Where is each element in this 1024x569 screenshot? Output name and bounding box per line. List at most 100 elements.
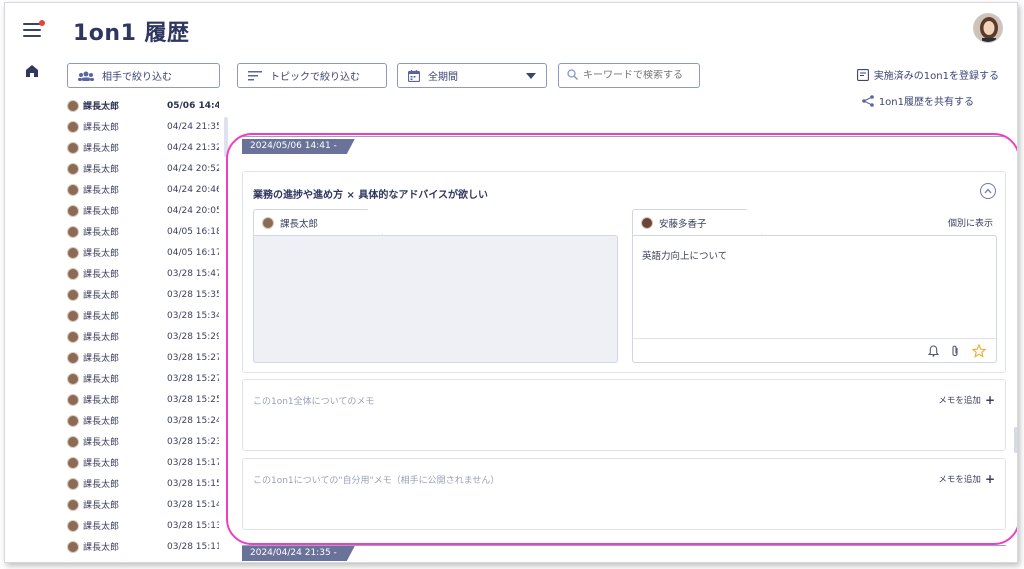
- history-item[interactable]: 課長太郎 04/05 16:17 -: [67, 242, 219, 263]
- panel-footer: [633, 338, 996, 362]
- next-session-date-tag: 2024/04/24 21:35 -: [242, 546, 355, 561]
- share-history-label: 1on1履歴を共有する: [878, 97, 974, 108]
- history-item-datetime: 03/28 15:34 -: [167, 310, 219, 321]
- history-item[interactable]: 課長太郎 03/28 15:17 -: [67, 452, 219, 473]
- paperclip-icon[interactable]: [948, 344, 962, 358]
- add-memo-button[interactable]: メモを追加 +: [938, 472, 995, 486]
- history-item[interactable]: 課長太郎 03/28 15:29 -: [67, 326, 219, 347]
- avatar: [67, 225, 79, 238]
- show-separately-link[interactable]: 個別に表示: [948, 216, 993, 229]
- history-item-datetime: 04/24 20:05 -: [167, 205, 219, 216]
- history-item[interactable]: 課長太郎 04/24 20:46 -: [67, 179, 219, 200]
- tab-right-user[interactable]: 安藤多香子: [632, 209, 762, 235]
- main-scrollbar[interactable]: [1014, 427, 1017, 453]
- search-field[interactable]: [558, 63, 700, 88]
- history-item-datetime: 03/28 15:11 -: [167, 541, 219, 552]
- history-item-name: 課長太郎: [83, 207, 120, 217]
- tab-left-user[interactable]: 課長太郎: [253, 209, 383, 235]
- history-item[interactable]: 課長太郎 04/05 16:18 -: [67, 221, 219, 242]
- history-item-datetime: 03/28 15:25 -: [167, 394, 219, 405]
- history-item-datetime: 03/28 15:24 -: [167, 415, 219, 426]
- history-item[interactable]: 課長太郎 03/28 15:47 -: [67, 263, 219, 284]
- history-item[interactable]: 課長太郎 04/24 21:35 -: [67, 116, 219, 137]
- history-item-name: 課長太郎: [83, 417, 120, 427]
- avatar: [67, 309, 79, 322]
- history-item[interactable]: 課長太郎 03/28 15:25 -: [67, 389, 219, 410]
- history-item[interactable]: 課長太郎 03/28 15:11 -: [67, 536, 219, 557]
- history-item-name: 課長太郎: [83, 228, 120, 238]
- page-title: 1on1 履歴: [73, 21, 190, 46]
- history-item[interactable]: 課長太郎 04/24 20:05 -: [67, 200, 219, 221]
- history-item-name: 課長太郎: [83, 165, 120, 175]
- add-memo-button[interactable]: メモを追加 +: [938, 393, 995, 407]
- share-history-link[interactable]: 1on1履歴を共有する: [862, 93, 974, 108]
- divider: [242, 136, 1006, 137]
- divider: [242, 545, 1006, 546]
- history-item-datetime: 05/06 14:41 -: [167, 100, 219, 111]
- history-item[interactable]: 課長太郎 03/28 15:34 -: [67, 305, 219, 326]
- history-item-name: 課長太郎: [83, 543, 120, 553]
- history-item[interactable]: 課長太郎 03/28 15:24 -: [67, 410, 219, 431]
- menu-icon[interactable]: [23, 20, 45, 37]
- app-window: 1on1 履歴 相手で絞り込む トピックで絞り込む 全期間 キーワードで検索する…: [4, 2, 1018, 563]
- register-1on1-link[interactable]: 実施済みの1on1を登録する: [856, 67, 999, 82]
- history-item-datetime: 04/24 21:35 -: [167, 121, 219, 132]
- history-item[interactable]: 課長太郎 04/24 20:52 -: [67, 158, 219, 179]
- history-item[interactable]: 課長太郎 03/28 15:13 -: [67, 515, 219, 536]
- avatar: [67, 141, 79, 154]
- right-user-note: 英語力向上について: [642, 251, 728, 262]
- history-item-name: 課長太郎: [83, 312, 120, 322]
- memo-card-private: この1on1についての"自分用"メモ（相手に公開されません） メモを追加 +: [242, 458, 1006, 530]
- avatar: [67, 267, 79, 280]
- history-item[interactable]: 課長太郎 03/28 15:14 -: [67, 494, 219, 515]
- avatar: [67, 120, 79, 133]
- partner-filter-button[interactable]: 相手で絞り込む: [67, 63, 220, 88]
- topic-card: 業務の進捗や進め方 × 具体的なアドバイスが欲しい 課長太郎 安藤多香子 個別に…: [242, 171, 1006, 373]
- history-item-name: 課長太郎: [83, 480, 120, 490]
- memo-private-label: この1on1についての"自分用"メモ（相手に公開されません）: [253, 476, 500, 486]
- people-icon: [78, 71, 94, 81]
- history-item[interactable]: 課長太郎 03/28 15:23 -: [67, 431, 219, 452]
- search-input[interactable]: [583, 70, 693, 81]
- history-item-name: 課長太郎: [83, 144, 120, 154]
- history-item-name: 課長太郎: [83, 249, 120, 259]
- avatar: [67, 519, 79, 532]
- history-item[interactable]: 課長太郎 03/28 15:27 -: [67, 347, 219, 368]
- caret-down-icon: [526, 73, 536, 79]
- right-tab-name: 安藤多香子: [659, 218, 707, 230]
- history-item-datetime: 03/28 15:14 -: [167, 499, 219, 510]
- avatar: [67, 351, 79, 364]
- history-item[interactable]: 課長太郎 03/28 15:35 -: [67, 284, 219, 305]
- add-memo-label: メモを追加: [938, 396, 981, 406]
- history-item-name: 課長太郎: [83, 501, 120, 511]
- avatar: [67, 498, 79, 511]
- history-scrollbar[interactable]: [224, 117, 228, 157]
- note-icon: [856, 68, 869, 81]
- history-item[interactable]: 課長太郎 05/06 14:41 -: [67, 95, 219, 116]
- bell-icon[interactable]: [926, 344, 940, 358]
- history-item-datetime: 03/28 15:13 -: [167, 520, 219, 531]
- history-item-name: 課長太郎: [83, 396, 120, 406]
- home-icon[interactable]: [25, 64, 39, 78]
- memo-card-shared: この1on1全体についてのメモ メモを追加 +: [242, 379, 1006, 451]
- avatar: [67, 246, 79, 259]
- avatar: [67, 477, 79, 490]
- topic-title: 業務の進捗や進め方 × 具体的なアドバイスが欲しい: [253, 190, 489, 201]
- history-item-datetime: 04/05 16:18 -: [167, 226, 219, 237]
- history-item-name: 課長太郎: [83, 459, 120, 469]
- chevron-up-icon: [984, 188, 992, 194]
- topic-filter-button[interactable]: トピックで絞り込む: [237, 63, 387, 88]
- history-item[interactable]: 課長太郎 04/24 21:32 -: [67, 137, 219, 158]
- register-1on1-label: 実施済みの1on1を登録する: [873, 71, 999, 82]
- plus-icon: +: [984, 472, 995, 486]
- period-select-value: 全期間: [428, 72, 458, 83]
- avatar: [67, 288, 79, 301]
- history-item-datetime: 04/24 20:46 -: [167, 184, 219, 195]
- collapse-button[interactable]: [980, 183, 996, 199]
- star-icon[interactable]: [972, 344, 986, 358]
- user-avatar[interactable]: [973, 13, 1003, 43]
- history-item[interactable]: 課長太郎 03/28 15:27 -: [67, 368, 219, 389]
- period-select[interactable]: 全期間: [397, 63, 547, 88]
- history-item-name: 課長太郎: [83, 333, 120, 343]
- history-item[interactable]: 課長太郎 03/28 15:15 -: [67, 473, 219, 494]
